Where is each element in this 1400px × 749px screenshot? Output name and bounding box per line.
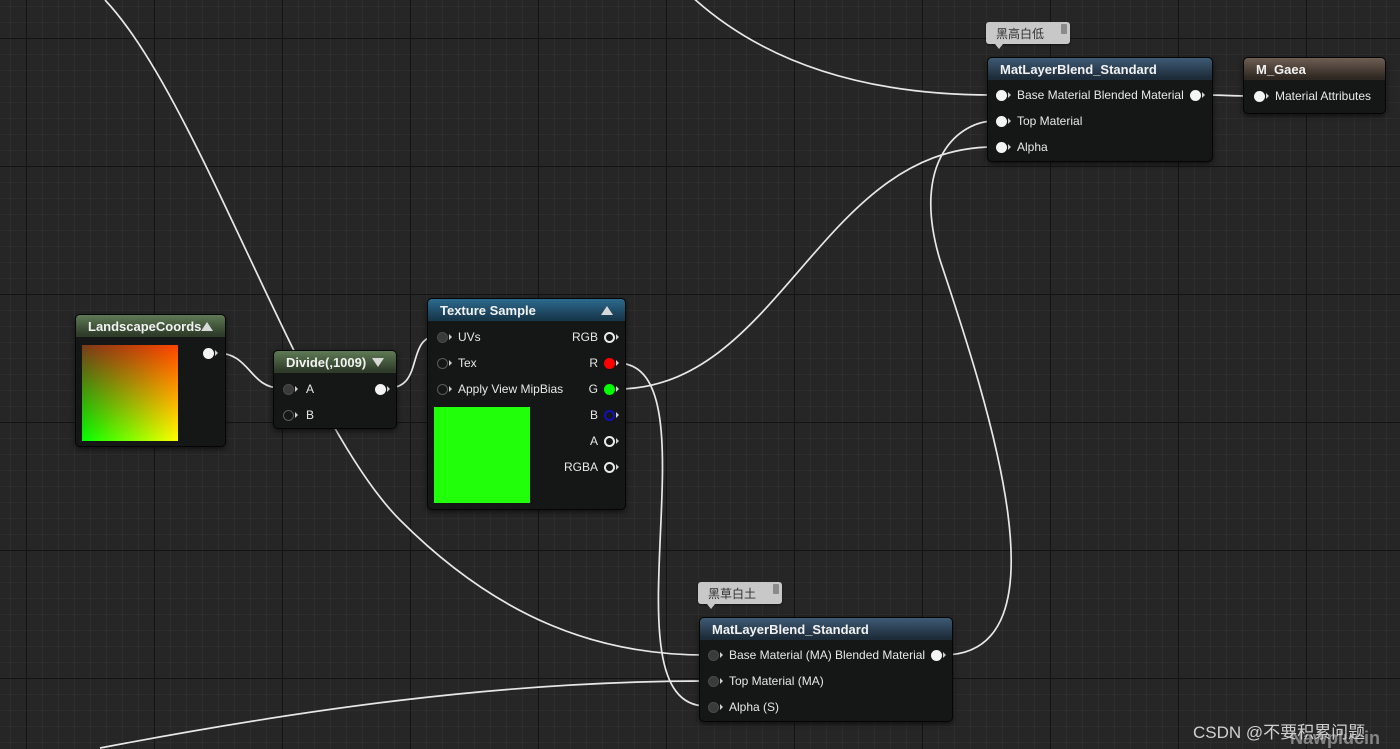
node-m-gaea[interactable]: M_Gaea Material Attributes (1243, 57, 1386, 114)
node-landscape-coords[interactable]: LandscapeCoords (75, 314, 226, 447)
comment-text: 黑高白低 (996, 26, 1045, 41)
wire-landscape-to-divide (216, 352, 281, 389)
node-header[interactable]: Texture Sample (428, 299, 625, 321)
pin-label: Alpha (S) (729, 700, 780, 714)
pin-label: Tex (458, 356, 477, 370)
input-pin[interactable] (996, 141, 1007, 153)
output-pin[interactable] (604, 331, 615, 343)
pin-row-top-material[interactable]: Top Material (996, 111, 1082, 131)
input-pin[interactable] (437, 383, 448, 395)
pin-row-base[interactable]: Base Material Blended Material (996, 85, 1205, 105)
node-header[interactable]: MatLayerBlend_Standard (700, 618, 952, 640)
comment-text: 黑草白土 (708, 586, 757, 601)
input-pin[interactable] (437, 357, 448, 369)
wire-offscreen-to-bottom-top (99, 680, 707, 749)
wire-texture-g-to-top-alpha (616, 146, 995, 390)
output-pin-blue[interactable] (604, 409, 615, 421)
wire-bottom-out-to-top-top (929, 120, 1012, 656)
pin-label: UVs (458, 330, 481, 344)
pin-row-material-attributes[interactable]: Material Attributes (1254, 86, 1371, 106)
wire-offscreen-to-top-base (694, 0, 993, 96)
pin-row-alpha[interactable]: Alpha (996, 137, 1048, 157)
node-header[interactable]: LandscapeCoords (76, 315, 225, 337)
pin-label: RGB (571, 330, 598, 344)
pin-row-output[interactable] (375, 379, 390, 399)
csdn-watermark: CSDN @不要积累问题 (1193, 723, 1366, 742)
output-pin[interactable] (1189, 89, 1201, 101)
output-pin[interactable] (375, 383, 386, 395)
node-title: M_Gaea (1256, 61, 1306, 77)
landscape-preview (82, 345, 178, 441)
input-pin[interactable] (708, 649, 719, 661)
pin-label: G (588, 382, 598, 396)
pin-label: Top Material (1017, 114, 1083, 128)
node-header[interactable]: M_Gaea (1244, 58, 1385, 80)
pin-label: B (589, 408, 598, 422)
collapse-arrow-icon[interactable] (201, 321, 214, 331)
node-divide[interactable]: Divide(,1009) A B (273, 350, 397, 429)
pin-row-rgba[interactable]: RGBA (564, 457, 619, 477)
comment-bubble-bottom[interactable]: 黑草白土 (698, 582, 782, 609)
pin-row-tex[interactable]: Tex (437, 353, 477, 373)
pin-label: RGBA (563, 460, 598, 474)
output-pin[interactable] (203, 347, 214, 359)
input-pin[interactable] (996, 89, 1007, 101)
pin-row-mipbias[interactable]: Apply View MipBias (437, 379, 563, 399)
node-title: MatLayerBlend_Standard (712, 621, 869, 637)
pin-label: Base Material Blended Material (1017, 88, 1184, 102)
pin-label: A (306, 382, 315, 396)
input-pin[interactable] (283, 383, 294, 395)
input-pin[interactable] (996, 115, 1007, 127)
input-pin[interactable] (1254, 90, 1265, 102)
pin-label: R (589, 356, 598, 370)
pin-row-b[interactable]: B (590, 405, 619, 425)
node-title: Texture Sample (440, 302, 536, 318)
pin-label: B (306, 408, 315, 422)
collapse-arrow-icon[interactable] (601, 305, 613, 315)
node-title: MatLayerBlend_Standard (1000, 61, 1157, 77)
pin-label: Alpha (1017, 140, 1048, 154)
pin-icon[interactable] (1061, 24, 1067, 34)
comment-bubble-top[interactable]: 黑高白低 (986, 22, 1070, 49)
node-title: LandscapeCoords (88, 318, 202, 334)
pin-label: Apply View MipBias (458, 382, 564, 396)
node-header[interactable]: MatLayerBlend_Standard (988, 58, 1212, 80)
pin-label: Base Material (MA) Blended Material (729, 648, 926, 662)
pin-icon[interactable] (773, 584, 779, 594)
pin-row-r[interactable]: R (589, 353, 619, 373)
pin-label: A (589, 434, 598, 448)
pin-row-uvs[interactable]: UVs (437, 327, 481, 347)
pin-row-top-material[interactable]: Top Material (MA) (708, 671, 824, 691)
pin-row-g[interactable]: G (589, 379, 619, 399)
node-texture-sample[interactable]: Texture Sample UVs Tex Apply View MipBia… (427, 298, 626, 510)
node-matlayerblend-bottom[interactable]: MatLayerBlend_Standard Base Material (MA… (699, 617, 953, 722)
node-title: Divide(,1009) (286, 354, 367, 370)
output-pin-red[interactable] (604, 357, 615, 369)
node-header[interactable]: Divide(,1009) (274, 351, 396, 373)
output-pin-green[interactable] (604, 383, 615, 395)
pin-row-output[interactable] (203, 343, 218, 363)
pin-row-b[interactable]: B (283, 405, 314, 425)
texture-preview (434, 407, 530, 503)
node-matlayerblend-top[interactable]: MatLayerBlend_Standard Base Material Ble… (987, 57, 1213, 162)
pin-row-a[interactable]: A (283, 379, 314, 399)
pin-row-alpha[interactable]: Alpha (S) (708, 697, 779, 717)
input-pin[interactable] (708, 701, 719, 713)
output-pin[interactable] (604, 461, 615, 473)
pin-label: Material Attributes (1275, 89, 1372, 103)
pin-label: Top Material (MA) (729, 674, 824, 688)
input-pin[interactable] (283, 409, 294, 421)
pin-row-base[interactable]: Base Material (MA) Blended Material (708, 645, 947, 665)
expand-arrow-icon[interactable] (372, 357, 384, 367)
input-pin[interactable] (708, 675, 719, 687)
pin-row-a[interactable]: A (590, 431, 619, 451)
output-pin[interactable] (604, 435, 615, 447)
input-pin[interactable] (437, 331, 448, 343)
pin-row-rgb[interactable]: RGB (572, 327, 619, 347)
output-pin[interactable] (931, 649, 943, 661)
